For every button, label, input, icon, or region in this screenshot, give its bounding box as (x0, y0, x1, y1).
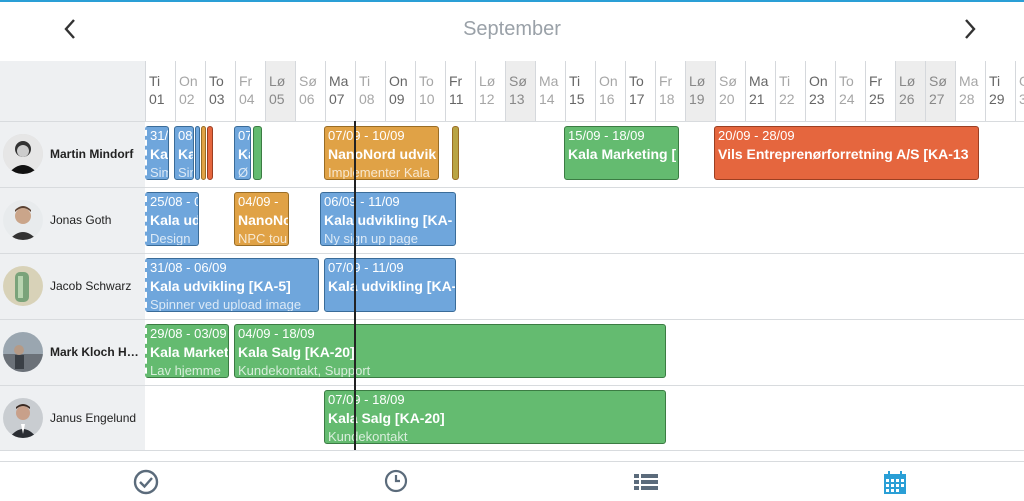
booking-bar[interactable]: 07KaØ (234, 126, 251, 180)
row-divider (0, 385, 1024, 386)
person-row-martin[interactable]: Martin Mindorf (0, 121, 145, 187)
day-cell: Ma 21 (745, 61, 775, 121)
person-name: Jacob Schwarz (50, 279, 132, 293)
person-row-janus[interactable]: Janus Engelund (0, 385, 145, 451)
booking-bar[interactable]: 31/KaSim (145, 126, 169, 180)
booking-bar[interactable] (201, 126, 206, 180)
day-cell: To 10 (415, 61, 445, 121)
row-divider (0, 450, 1024, 451)
booking-bar[interactable] (207, 126, 213, 180)
bottom-tab-bar (0, 461, 1024, 501)
day-cell: Ti 29 (985, 61, 1015, 121)
row-divider (0, 121, 1024, 122)
day-cell: Ti 15 (565, 61, 595, 121)
booking-bar[interactable]: 25/08 - 0Kala udviDesign (145, 192, 199, 246)
row-divider (0, 187, 1024, 188)
day-cell: Sø 06 (295, 61, 325, 121)
day-cell: Ti 08 (355, 61, 385, 121)
person-row-jonas[interactable]: Jonas Goth (0, 187, 145, 253)
day-cell: Ti 22 (775, 61, 805, 121)
avatar (3, 398, 43, 438)
day-cell: O3 (1015, 61, 1024, 121)
day-cell: Ti 01 (145, 61, 175, 121)
day-cell: Ma 14 (535, 61, 565, 121)
month-header: September (0, 2, 1024, 60)
day-cell: On 16 (595, 61, 625, 121)
day-cell: On 23 (805, 61, 835, 121)
next-month-button[interactable] (955, 12, 985, 46)
booking-bar[interactable]: 04/09 - NanoNo NPC tou (234, 192, 289, 246)
person-row-jacob[interactable]: Jacob Schwarz (0, 253, 145, 319)
booking-bar[interactable] (253, 126, 262, 180)
day-cell: Fr 18 (655, 61, 685, 121)
person-name: Mark Kloch Hansen (50, 345, 142, 359)
clock-icon (384, 469, 408, 493)
day-cell: Ma 28 (955, 61, 985, 121)
day-cell: On 02 (175, 61, 205, 121)
person-name: Janus Engelund (50, 411, 137, 425)
avatar (3, 200, 43, 240)
booking-bar[interactable]: 29/08 - 03/09 Kala Market Lav hjemme (145, 324, 229, 378)
booking-bar[interactable]: 04/09 - 18/09 Kala Salg [KA-20] Kundekonta… (234, 324, 666, 378)
day-cell: To 03 (205, 61, 235, 121)
day-cell: Fr 04 (235, 61, 265, 121)
person-name: Martin Mindorf (50, 147, 134, 161)
day-cell: To 24 (835, 61, 865, 121)
day-cell: Lø 12 (475, 61, 505, 121)
tab-tasks[interactable] (132, 468, 162, 496)
day-cell: Lø 05 (265, 61, 295, 121)
booking-bar[interactable]: 31/08 - 06/09 Kala udvikling [KA-5] Spinne… (145, 258, 319, 312)
day-cell: Lø 19 (685, 61, 715, 121)
avatar (3, 134, 43, 174)
booking-bar[interactable] (195, 126, 200, 180)
booking-bar[interactable]: 07/09 - 11/09 Kala udvikling [KA- (324, 258, 456, 312)
booking-bar[interactable]: 06/09 - 11/09 Kala udvikling [KA- Ny sign … (320, 192, 456, 246)
booking-bar[interactable]: 07/09 - 18/09 Kala Salg [KA-20] Kundekonta… (324, 390, 666, 444)
row-divider (0, 319, 1024, 320)
day-cell: Lø 26 (895, 61, 925, 121)
booking-bar[interactable] (452, 126, 459, 180)
avatar (3, 266, 43, 306)
day-cell: Fr 25 (865, 61, 895, 121)
calendar-icon (884, 471, 906, 494)
day-cell: Sø 13 (505, 61, 535, 121)
booking-bar[interactable]: 20/09 - 28/09 Vils Entreprenørforretning … (714, 126, 979, 180)
person-name: Jonas Goth (50, 213, 112, 227)
booking-bar[interactable]: 15/09 - 18/09 Kala Marketing [ (564, 126, 679, 180)
day-cell: Sø 27 (925, 61, 955, 121)
check-circle-icon (133, 469, 159, 495)
person-row-mark[interactable]: Mark Kloch Hansen (0, 319, 145, 385)
booking-bar[interactable]: 08KaSim (174, 126, 194, 180)
day-cell: Ma 07 (325, 61, 355, 121)
day-cell: Sø 20 (715, 61, 745, 121)
day-header-row: Ti 01 On 02 To 03 Fr 04 Lø 05 Sø 06 Ma 07 Ti 08 … (145, 61, 1024, 121)
tab-calendar[interactable] (881, 468, 911, 496)
day-cell: Fr 11 (445, 61, 475, 121)
day-cell: To 17 (625, 61, 655, 121)
day-cell: On 09 (385, 61, 415, 121)
booking-bar[interactable]: 07/09 - 10/09 NanoNord udvik Implementer K… (324, 126, 439, 180)
list-icon (634, 474, 658, 490)
tab-time[interactable] (382, 468, 412, 496)
avatar (3, 332, 43, 372)
row-divider (0, 253, 1024, 254)
current-time-marker (354, 121, 356, 450)
chevron-right-icon (965, 19, 976, 39)
tab-list[interactable] (632, 468, 662, 496)
month-title: September (463, 18, 561, 40)
